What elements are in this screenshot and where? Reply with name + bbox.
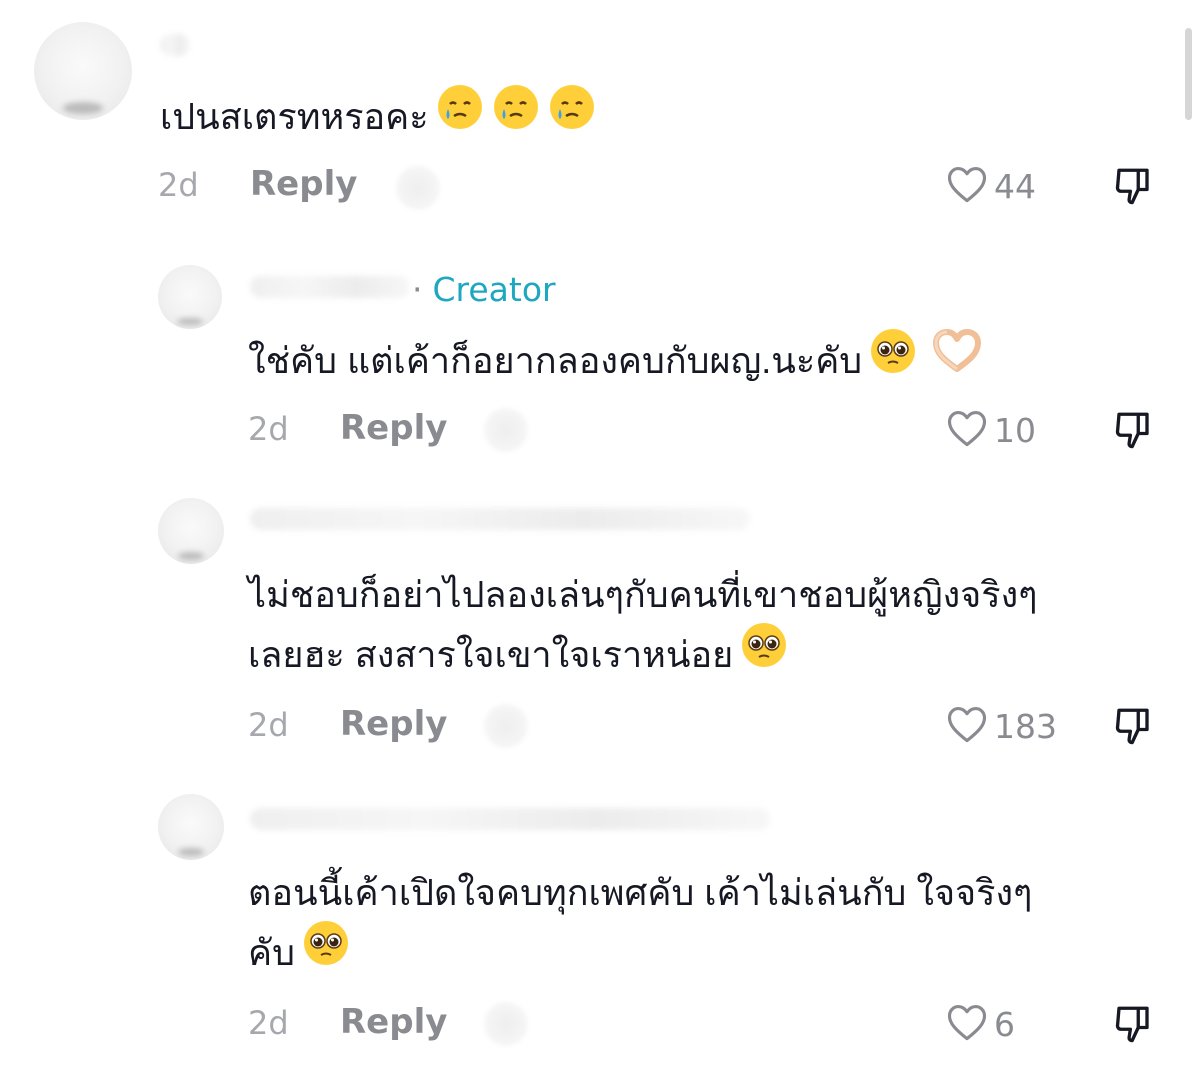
like-button[interactable]: 10 — [946, 408, 1036, 452]
comment-text: ใช่คับ แต่เค้าก็อยากลองคบกับผญ.นะคับ — [248, 327, 984, 397]
avatar[interactable] — [158, 794, 224, 860]
like-button[interactable]: 6 — [946, 1002, 1015, 1046]
comment-text: ไม่ชอบก็อย่าไปลองเล่นๆกับคนที่เขาชอบผู้ห… — [248, 566, 1038, 691]
dislike-button[interactable] — [1112, 164, 1154, 212]
comment-time: 2d — [248, 1004, 289, 1042]
heart-hands-emoji — [930, 327, 984, 392]
comment-text-line-2: เลยฮะ สงสารใจเขาใจเราหน่อย — [248, 623, 1038, 691]
comment-time: 2d — [158, 166, 199, 204]
comment-time: 2d — [248, 410, 289, 448]
reply-avatars-blurred — [484, 1002, 528, 1046]
crying-face-emoji — [547, 82, 597, 149]
heart-icon — [946, 164, 988, 208]
reply-avatars-blurred — [484, 408, 528, 452]
thumbs-down-icon — [1112, 168, 1154, 212]
comment-text-line-1: เปนสเตรทหรอคะ — [160, 96, 429, 138]
comment-text: เปนสเตรทหรอคะ — [160, 85, 597, 153]
comment-text-line-1: ตอนนี้เค้าเปิดใจคบทุกเพศคับ เค้าไม่เล่นก… — [248, 872, 1033, 913]
reply-avatars-blurred — [484, 704, 528, 748]
username-blurred[interactable] — [160, 34, 190, 56]
comment-text-line-2: คับ — [248, 921, 1032, 989]
dislike-button[interactable] — [1112, 704, 1154, 752]
reply-avatars-blurred — [396, 166, 440, 210]
dislike-button[interactable] — [1112, 408, 1154, 456]
avatar[interactable] — [158, 265, 222, 329]
creator-row: · Creator — [412, 270, 556, 309]
crying-face-emoji — [491, 82, 541, 149]
like-count: 10 — [994, 410, 1036, 450]
avatar[interactable] — [34, 22, 132, 120]
heart-icon — [946, 1002, 988, 1046]
thumbs-down-icon — [1112, 708, 1154, 752]
comment-text-line-1: ใช่คับ แต่เค้าก็อยากลองคบกับผญ.นะคับ — [248, 340, 863, 382]
creator-badge: Creator — [432, 270, 556, 309]
thumbs-down-icon — [1112, 412, 1154, 456]
username-blurred[interactable] — [250, 508, 750, 530]
reply-button[interactable]: Reply — [340, 408, 447, 448]
pleading-face-emoji — [739, 620, 789, 687]
reply-button[interactable]: Reply — [340, 704, 447, 744]
username-blurred[interactable] — [250, 808, 770, 830]
username-blurred[interactable] — [250, 276, 410, 298]
like-count: 44 — [994, 166, 1036, 206]
heart-icon — [946, 408, 988, 452]
creator-separator: · — [412, 270, 423, 309]
heart-icon — [946, 704, 988, 748]
like-button[interactable]: 44 — [946, 164, 1036, 208]
scrollbar[interactable] — [1185, 28, 1192, 120]
like-count: 6 — [994, 1004, 1015, 1044]
comment-time: 2d — [248, 706, 289, 744]
pleading-face-emoji — [868, 326, 918, 393]
like-button[interactable]: 183 — [946, 704, 1057, 748]
comment-text-line-1: ไม่ชอบก็อย่าไปลองเล่นๆกับคนที่เขาชอบผู้ห… — [248, 574, 1038, 615]
avatar[interactable] — [158, 498, 224, 564]
reply-button[interactable]: Reply — [340, 1002, 447, 1042]
crying-face-emoji — [435, 82, 485, 149]
dislike-button[interactable] — [1112, 1002, 1154, 1050]
pleading-face-emoji — [301, 918, 351, 985]
like-count: 183 — [994, 706, 1057, 746]
comment-text: ตอนนี้เค้าเปิดใจคบทุกเพศคับ เค้าไม่เล่นก… — [248, 864, 1032, 989]
thumbs-down-icon — [1112, 1006, 1154, 1050]
reply-button[interactable]: Reply — [250, 164, 357, 204]
